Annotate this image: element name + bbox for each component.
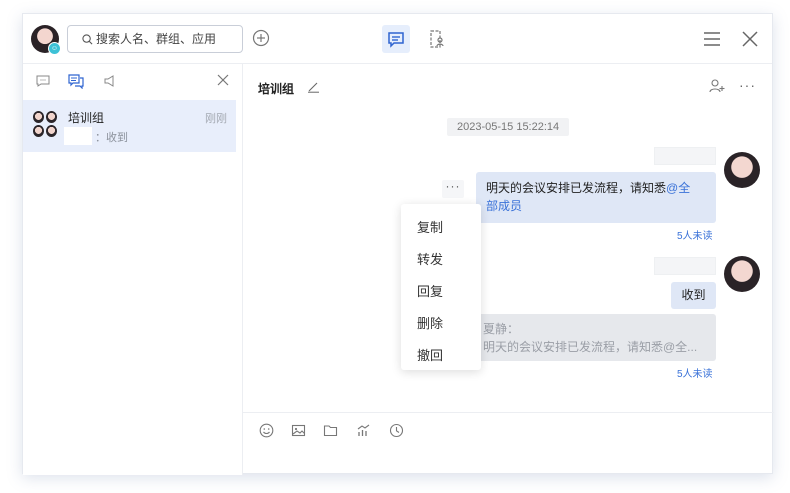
read-status[interactable]: 5人未读 [677,365,713,380]
search-input[interactable] [96,32,236,46]
app-window: ☺ 搜索人名、群组、应用 培训组 刚刚 ：收到 培训组 ··· 2023-05-… [22,13,774,475]
edit-icon[interactable] [307,80,320,93]
menu-item-recall[interactable]: 撤回 [417,345,443,364]
mention-link-continued[interactable]: 部成员 [486,199,522,213]
menu-icon[interactable] [702,29,722,49]
user-avatar[interactable]: ☺ [31,25,61,55]
emoji-icon[interactable] [259,423,274,438]
chat-title: 培训组 [258,82,295,96]
tab-contacts[interactable] [425,27,449,51]
chat-panel: 培训组 ··· 2023-05-15 15:22:14 ··· 明天的会议安排已… [243,64,774,475]
chat-filter-icon[interactable] [35,73,51,89]
message-composer[interactable] [243,412,774,476]
search-icon [82,33,93,44]
message-timestamp: 2023-05-15 15:22:14 [447,118,570,136]
redacted-sender-name [654,257,716,275]
group-filter-icon[interactable] [68,73,84,89]
image-icon[interactable] [291,423,306,438]
menu-item-reply[interactable]: 回复 [417,281,443,300]
quoted-message[interactable]: 夏静： 明天的会议安排已发流程，请知悉@全... [477,314,716,361]
redacted-sender-name [654,147,716,165]
message-icon [388,32,404,48]
conversation-preview: ：收到 [95,132,128,144]
message-context-menu: 复制 转发 回复 删除 撤回 [401,204,481,370]
sender-avatar[interactable] [724,152,760,188]
add-circle-icon[interactable] [252,29,270,47]
top-bar: ☺ [23,14,772,64]
sidebar-close-icon[interactable] [215,72,231,88]
sender-avatar[interactable] [724,256,760,292]
conversation-item[interactable]: 培训组 刚刚 ：收到 [23,100,236,152]
close-icon[interactable] [740,29,760,49]
menu-item-delete[interactable]: 删除 [417,313,443,332]
folder-icon[interactable] [323,423,338,438]
search-box[interactable] [67,25,243,53]
menu-item-copy[interactable]: 复制 [417,217,443,236]
status-badge: ☺ [48,42,61,55]
menu-item-forward[interactable]: 转发 [417,249,443,268]
mention-link[interactable]: @全 [666,181,690,195]
message-more-button[interactable]: ··· [442,180,464,198]
redacted-sender [64,127,92,145]
conversation-sidebar: 培训组 刚刚 ：收到 [23,64,243,475]
notice-filter-icon[interactable] [102,73,118,89]
message-bubble[interactable]: 收到 [671,282,716,309]
more-options-button[interactable]: ··· [739,78,756,92]
conversation-name: 培训组 [68,111,105,125]
quote-text: 明天的会议安排已发流程，请知悉@全... [483,340,698,354]
group-avatar [33,111,58,138]
quote-author: 夏静： [483,322,520,336]
tab-messages[interactable] [382,25,410,53]
message-bubble[interactable]: 明天的会议安排已发流程，请知悉@全 部成员 [476,172,716,223]
conversation-time: 刚刚 [205,113,227,125]
read-status[interactable]: 5人未读 [677,227,713,242]
history-icon[interactable] [389,423,404,438]
stats-icon[interactable] [356,423,371,438]
add-member-icon[interactable] [709,78,725,94]
contacts-icon [430,30,444,48]
sidebar-tabs [23,64,242,98]
message-text: 明天的会议安排已发流程，请知悉 [486,181,667,195]
